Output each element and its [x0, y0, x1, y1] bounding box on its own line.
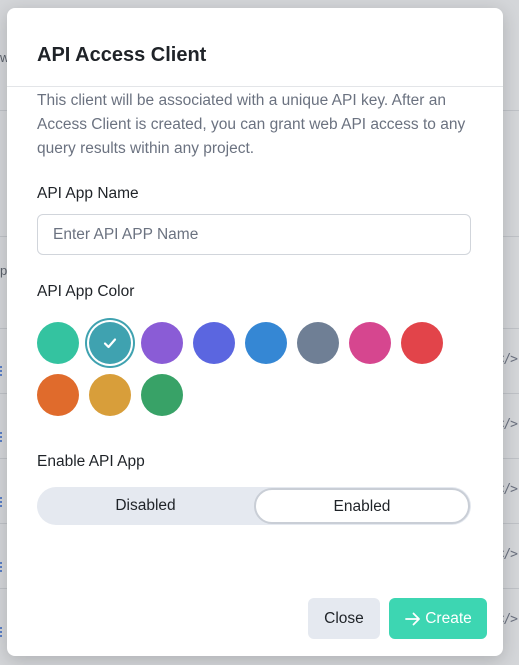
enable-app-toggle: Disabled Enabled	[37, 487, 471, 525]
background-link-fragment	[0, 627, 5, 637]
background-link-fragment	[0, 366, 5, 376]
enable-app-label: Enable API App	[37, 453, 145, 470]
toggle-option-enabled[interactable]: Enabled	[254, 488, 470, 524]
color-swatch[interactable]	[37, 374, 79, 416]
close-button[interactable]: Close	[308, 598, 380, 639]
color-swatch[interactable]	[37, 322, 79, 364]
app-name-input[interactable]	[37, 214, 471, 255]
create-button[interactable]: Create	[389, 598, 487, 639]
color-swatch[interactable]	[89, 374, 131, 416]
modal-title: API Access Client	[37, 44, 207, 66]
color-swatch[interactable]	[141, 322, 183, 364]
checkmark-icon	[103, 338, 117, 349]
app-name-label: API App Name	[37, 185, 139, 202]
create-button-label: Create	[425, 609, 472, 627]
modal-description: This client will be associated with a un…	[37, 92, 466, 157]
toggle-option-disabled[interactable]: Disabled	[37, 487, 254, 525]
api-access-client-modal: API Access Client This client will be as…	[7, 8, 503, 656]
app-color-label: API App Color	[37, 283, 135, 300]
background-link-fragment	[0, 497, 5, 507]
backdrop-overlay: w p </> </> </> </> </> API Access Clien…	[0, 0, 519, 665]
color-swatch[interactable]	[245, 322, 287, 364]
background-link-fragment	[0, 562, 5, 572]
color-swatch[interactable]	[349, 322, 391, 364]
color-swatch[interactable]	[193, 322, 235, 364]
color-swatch[interactable]	[141, 374, 183, 416]
modal-header-divider	[7, 86, 503, 87]
color-swatch[interactable]	[297, 322, 339, 364]
color-swatch[interactable]	[89, 322, 131, 364]
arrow-right-icon	[405, 612, 421, 625]
background-link-fragment	[0, 432, 5, 442]
color-swatch[interactable]	[401, 322, 443, 364]
